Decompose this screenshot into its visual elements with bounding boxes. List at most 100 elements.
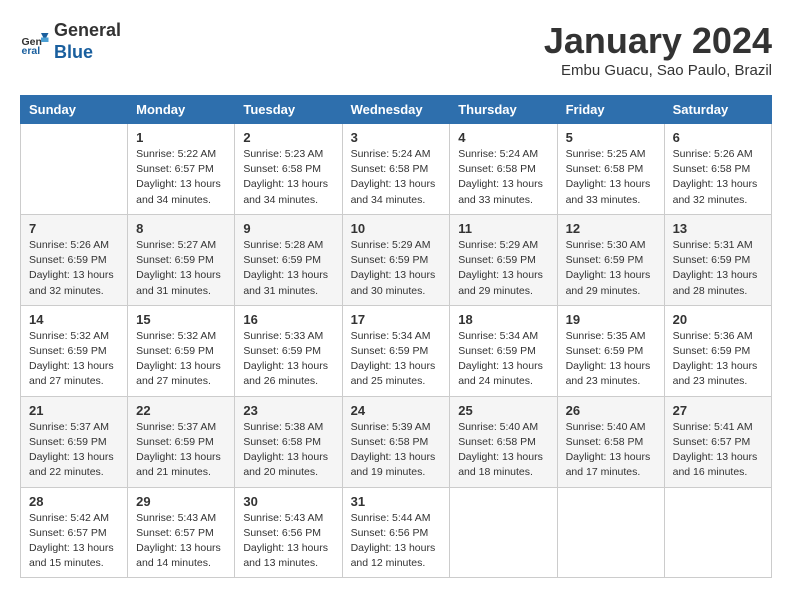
calendar-cell (21, 124, 128, 215)
day-info: Sunrise: 5:24 AM Sunset: 6:58 PM Dayligh… (351, 147, 442, 208)
day-number: 29 (136, 494, 226, 509)
day-info: Sunrise: 5:42 AM Sunset: 6:57 PM Dayligh… (29, 511, 119, 572)
day-number: 16 (243, 312, 333, 327)
weekday-header-thursday: Thursday (450, 96, 557, 124)
weekday-header-tuesday: Tuesday (235, 96, 342, 124)
day-number: 3 (351, 130, 442, 145)
calendar-cell: 11 Sunrise: 5:29 AM Sunset: 6:59 PM Dayli… (450, 214, 557, 305)
day-number: 21 (29, 403, 119, 418)
day-info: Sunrise: 5:26 AM Sunset: 6:58 PM Dayligh… (673, 147, 763, 208)
calendar-cell: 19Sunrise: 5:35 AM Sunset: 6:59 PM Dayli… (557, 305, 664, 396)
calendar-cell: 16 Sunrise: 5:33 AM Sunset: 6:59 PM Dayli… (235, 305, 342, 396)
day-info: Sunrise: 5:33 AM Sunset: 6:59 PM Dayligh… (243, 329, 333, 390)
day-number: 26 (566, 403, 656, 418)
weekday-header-monday: Monday (128, 96, 235, 124)
day-number: 22 (136, 403, 226, 418)
calendar-cell: 4Sunrise: 5:24 AM Sunset: 6:58 PM Daylig… (450, 124, 557, 215)
day-info: Sunrise: 5:44 AM Sunset: 6:56 PM Dayligh… (351, 511, 442, 572)
day-info: Sunrise: 5:37 AM Sunset: 6:59 PM Dayligh… (29, 420, 119, 481)
day-number: 8 (136, 221, 226, 236)
calendar-table: SundayMondayTuesdayWednesdayThursdayFrid… (20, 95, 772, 578)
calendar-cell: 6 Sunrise: 5:26 AM Sunset: 6:58 PM Daylig… (664, 124, 771, 215)
day-number: 6 (673, 130, 763, 145)
calendar-cell: 1 Sunrise: 5:22 AM Sunset: 6:57 PM Daylig… (128, 124, 235, 215)
day-info: Sunrise: 5:32 AM Sunset: 6:59 PM Dayligh… (136, 329, 226, 390)
day-number: 2 (243, 130, 333, 145)
day-number: 17 (351, 312, 442, 327)
week-row-3: 14Sunrise: 5:32 AM Sunset: 6:59 PM Dayli… (21, 305, 772, 396)
calendar-cell: 20Sunrise: 5:36 AM Sunset: 6:59 PM Dayli… (664, 305, 771, 396)
calendar-cell: 23 Sunrise: 5:38 AM Sunset: 6:58 PM Dayli… (235, 396, 342, 487)
day-info: Sunrise: 5:40 AM Sunset: 6:58 PM Dayligh… (458, 420, 548, 481)
calendar-cell: 5 Sunrise: 5:25 AM Sunset: 6:58 PM Daylig… (557, 124, 664, 215)
calendar-cell: 12 Sunrise: 5:30 AM Sunset: 6:59 PM Dayli… (557, 214, 664, 305)
day-number: 19 (566, 312, 656, 327)
calendar-cell: 2 Sunrise: 5:23 AM Sunset: 6:58 PM Daylig… (235, 124, 342, 215)
day-number: 9 (243, 221, 333, 236)
day-info: Sunrise: 5:22 AM Sunset: 6:57 PM Dayligh… (136, 147, 226, 208)
day-info: Sunrise: 5:38 AM Sunset: 6:58 PM Dayligh… (243, 420, 333, 481)
day-number: 23 (243, 403, 333, 418)
calendar-cell: 27 Sunrise: 5:41 AM Sunset: 6:57 PM Dayli… (664, 396, 771, 487)
day-number: 27 (673, 403, 763, 418)
day-number: 5 (566, 130, 656, 145)
day-number: 7 (29, 221, 119, 236)
day-number: 20 (673, 312, 763, 327)
day-info: Sunrise: 5:37 AM Sunset: 6:59 PM Dayligh… (136, 420, 226, 481)
calendar-cell: 13Sunrise: 5:31 AM Sunset: 6:59 PM Dayli… (664, 214, 771, 305)
week-row-1: 1 Sunrise: 5:22 AM Sunset: 6:57 PM Daylig… (21, 124, 772, 215)
calendar-cell: 18Sunrise: 5:34 AM Sunset: 6:59 PM Dayli… (450, 305, 557, 396)
calendar-cell (450, 487, 557, 578)
day-info: Sunrise: 5:27 AM Sunset: 6:59 PM Dayligh… (136, 238, 226, 299)
calendar-cell (557, 487, 664, 578)
day-number: 11 (458, 221, 548, 236)
day-info: Sunrise: 5:25 AM Sunset: 6:58 PM Dayligh… (566, 147, 656, 208)
calendar-cell: 15 Sunrise: 5:32 AM Sunset: 6:59 PM Dayli… (128, 305, 235, 396)
calendar-cell: 21 Sunrise: 5:37 AM Sunset: 6:59 PM Dayli… (21, 396, 128, 487)
week-row-5: 28 Sunrise: 5:42 AM Sunset: 6:57 PM Dayli… (21, 487, 772, 578)
calendar-cell: 25 Sunrise: 5:40 AM Sunset: 6:58 PM Dayli… (450, 396, 557, 487)
weekday-header-friday: Friday (557, 96, 664, 124)
calendar-cell: 28 Sunrise: 5:42 AM Sunset: 6:57 PM Dayli… (21, 487, 128, 578)
calendar-cell: 17 Sunrise: 5:34 AM Sunset: 6:59 PM Dayli… (342, 305, 450, 396)
day-number: 12 (566, 221, 656, 236)
day-info: Sunrise: 5:41 AM Sunset: 6:57 PM Dayligh… (673, 420, 763, 481)
logo-icon: Gen eral (20, 27, 50, 57)
day-info: Sunrise: 5:26 AM Sunset: 6:59 PM Dayligh… (29, 238, 119, 299)
day-info: Sunrise: 5:32 AM Sunset: 6:59 PM Dayligh… (29, 329, 119, 390)
title-area: January 2024 Embu Guacu, Sao Paulo, Braz… (544, 20, 772, 79)
calendar-cell: 7 Sunrise: 5:26 AM Sunset: 6:59 PM Daylig… (21, 214, 128, 305)
logo-text: General Blue (54, 20, 121, 63)
day-info: Sunrise: 5:29 AM Sunset: 6:59 PM Dayligh… (458, 238, 548, 299)
day-info: Sunrise: 5:43 AM Sunset: 6:56 PM Dayligh… (243, 511, 333, 572)
day-info: Sunrise: 5:40 AM Sunset: 6:58 PM Dayligh… (566, 420, 656, 481)
calendar-cell: 3 Sunrise: 5:24 AM Sunset: 6:58 PM Daylig… (342, 124, 450, 215)
day-number: 18 (458, 312, 548, 327)
week-row-2: 7 Sunrise: 5:26 AM Sunset: 6:59 PM Daylig… (21, 214, 772, 305)
day-number: 25 (458, 403, 548, 418)
day-number: 15 (136, 312, 226, 327)
calendar-cell: 26 Sunrise: 5:40 AM Sunset: 6:58 PM Dayli… (557, 396, 664, 487)
day-info: Sunrise: 5:23 AM Sunset: 6:58 PM Dayligh… (243, 147, 333, 208)
week-row-4: 21 Sunrise: 5:37 AM Sunset: 6:59 PM Dayli… (21, 396, 772, 487)
weekday-header-sunday: Sunday (21, 96, 128, 124)
day-info: Sunrise: 5:31 AM Sunset: 6:59 PM Dayligh… (673, 238, 763, 299)
calendar-cell: 14Sunrise: 5:32 AM Sunset: 6:59 PM Dayli… (21, 305, 128, 396)
logo-general: General (54, 20, 121, 42)
calendar-cell: 30Sunrise: 5:43 AM Sunset: 6:56 PM Dayli… (235, 487, 342, 578)
location: Embu Guacu, Sao Paulo, Brazil (544, 62, 772, 79)
day-info: Sunrise: 5:24 AM Sunset: 6:58 PM Dayligh… (458, 147, 548, 208)
calendar-cell: 29Sunrise: 5:43 AM Sunset: 6:57 PM Dayli… (128, 487, 235, 578)
calendar-cell: 9Sunrise: 5:28 AM Sunset: 6:59 PM Daylig… (235, 214, 342, 305)
calendar-cell: 10Sunrise: 5:29 AM Sunset: 6:59 PM Dayli… (342, 214, 450, 305)
weekday-header-wednesday: Wednesday (342, 96, 450, 124)
day-number: 10 (351, 221, 442, 236)
svg-text:eral: eral (22, 45, 41, 57)
calendar-cell: 24Sunrise: 5:39 AM Sunset: 6:58 PM Dayli… (342, 396, 450, 487)
header: Gen eral General Blue January 2024 Embu … (20, 20, 772, 79)
day-info: Sunrise: 5:30 AM Sunset: 6:59 PM Dayligh… (566, 238, 656, 299)
day-info: Sunrise: 5:34 AM Sunset: 6:59 PM Dayligh… (351, 329, 442, 390)
day-number: 1 (136, 130, 226, 145)
day-number: 28 (29, 494, 119, 509)
calendar-cell (664, 487, 771, 578)
